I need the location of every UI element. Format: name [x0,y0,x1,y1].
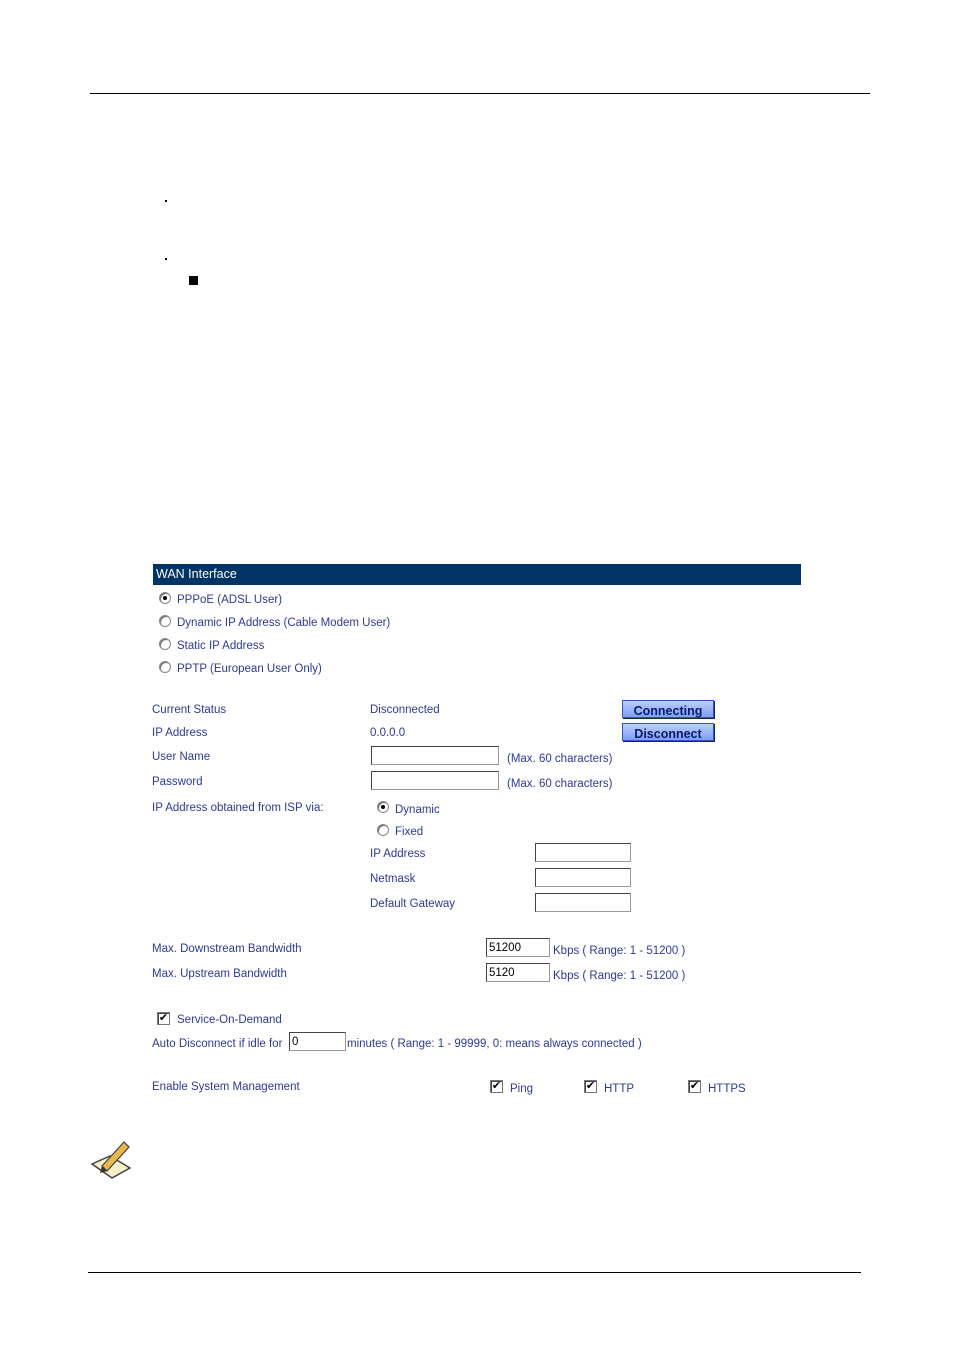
radio-dynamic-ip[interactable] [159,615,171,627]
fixed-ip-label: IP Address [370,848,426,860]
isp-via-label: IP Address obtained from ISP via: [152,802,324,814]
ping-checkbox[interactable]: ✔ [490,1080,503,1093]
radio-pptp[interactable] [159,661,171,673]
downstream-label: Max. Downstream Bandwidth [152,943,302,955]
auto-disconnect-input[interactable] [289,1032,346,1051]
ping-label: Ping [510,1083,534,1095]
netmask-input[interactable] [535,868,631,887]
service-on-demand-label: Service-On-Demand [177,1014,282,1026]
label-pptp: PPTP (European User Only) [177,663,322,675]
downstream-hint: Kbps ( Range: 1 - 51200 ) [553,945,686,957]
current-status-label: Current Status [152,704,227,716]
disconnect-button[interactable]: Disconnect [622,723,714,741]
square-bullet [189,276,198,285]
auto-disconnect-hint: minutes ( Range: 1 - 99999, 0: means alw… [347,1038,642,1050]
wan-interface-header: WAN Interface [153,564,801,585]
netmask-label: Netmask [370,873,416,885]
password-label: Password [152,776,203,788]
fixed-ip-input[interactable] [535,843,631,862]
system-mgmt-label: Enable System Management [152,1081,300,1093]
auto-disconnect-label: Auto Disconnect if idle for [152,1038,283,1050]
user-name-label: User Name [152,751,211,763]
label-dynamic-ip: Dynamic IP Address (Cable Modem User) [177,617,391,629]
radio-isp-fixed[interactable] [377,824,389,836]
https-label: HTTPS [708,1083,746,1095]
upstream-label: Max. Upstream Bandwidth [152,968,287,980]
current-status-value: Disconnected [370,704,440,716]
user-name-hint: (Max. 60 characters) [507,753,613,765]
bullet [165,200,167,202]
bullet [165,258,167,260]
label-isp-dynamic: Dynamic [395,804,440,816]
upstream-input[interactable] [486,963,550,982]
pencil-note-icon [90,1141,132,1179]
label-pppoe: PPPoE (ADSL User) [177,594,283,606]
downstream-input[interactable] [486,938,550,957]
password-input[interactable] [371,771,499,790]
label-static-ip: Static IP Address [177,640,265,652]
gateway-label: Default Gateway [370,898,456,910]
radio-isp-dynamic[interactable] [377,801,389,813]
radio-static-ip[interactable] [159,638,171,650]
http-label: HTTP [604,1083,635,1095]
radio-pppoe[interactable] [159,592,171,604]
gateway-input[interactable] [535,893,631,912]
connecting-button[interactable]: Connecting [622,700,714,718]
ip-address-value: 0.0.0.0 [370,727,406,739]
header-rule [90,93,870,94]
password-hint: (Max. 60 characters) [507,778,613,790]
https-checkbox[interactable]: ✔ [688,1080,701,1093]
ip-address-label: IP Address [152,727,208,739]
http-checkbox[interactable]: ✔ [584,1080,597,1093]
document-page: WAN Interface PPPoE (ADSL User) Dynamic … [0,0,954,1350]
upstream-hint: Kbps ( Range: 1 - 51200 ) [553,970,686,982]
label-isp-fixed: Fixed [395,826,424,838]
service-on-demand-checkbox[interactable]: ✔ [157,1012,170,1025]
user-name-input[interactable] [371,746,499,765]
footer-rule [88,1272,861,1273]
